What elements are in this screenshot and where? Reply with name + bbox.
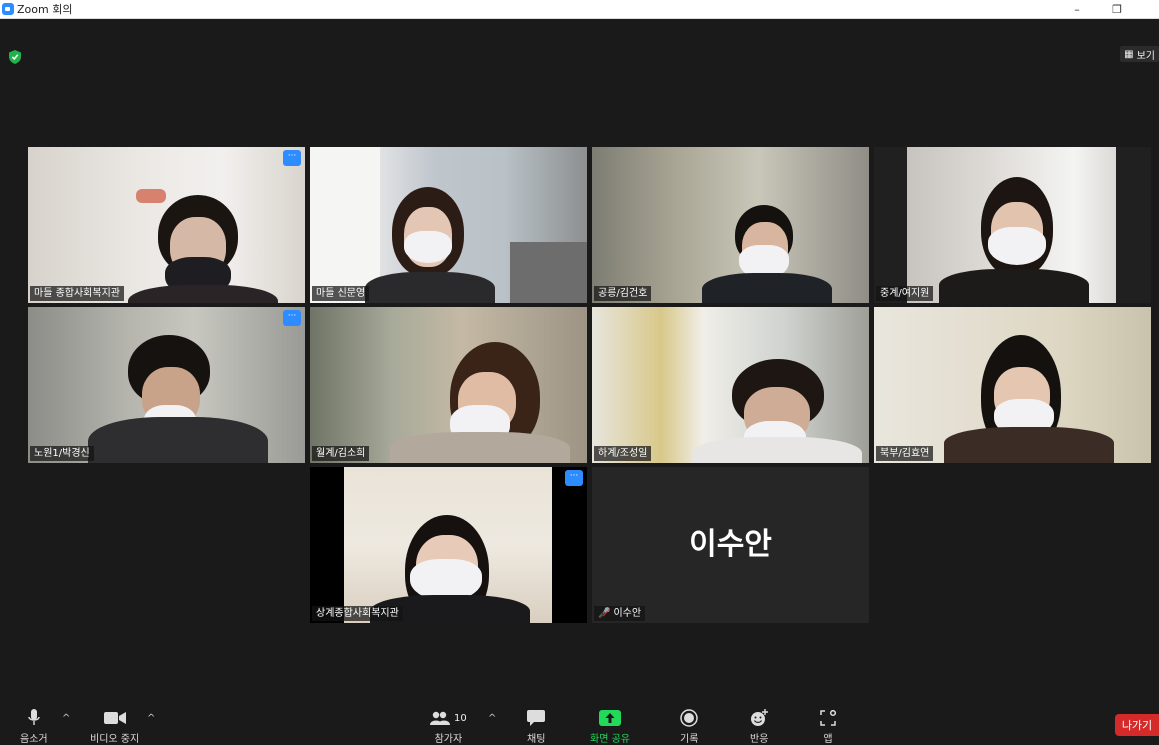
mic-muted-icon: 🎤̸ xyxy=(598,608,611,619)
participant-name: 마들 종합사회복지관 xyxy=(30,286,124,301)
video-tile[interactable]: 북부/김효연 xyxy=(874,307,1151,463)
video-camera-icon xyxy=(103,709,126,727)
tile-more-button[interactable]: ··· xyxy=(283,310,301,326)
participant-name: 마들 신문영 xyxy=(312,286,370,301)
person-body xyxy=(702,273,832,303)
apps-button[interactable]: 앱 xyxy=(820,709,836,745)
person-body xyxy=(88,417,268,463)
wall-poster xyxy=(136,189,166,203)
participant-name: 하계/조성일 xyxy=(594,446,652,461)
meeting-toolbar: 음소거 ^ 비디오 중지 ^ 10 참가자 ^ 채팅 화면 공유 기록 반응 앱 xyxy=(0,703,1159,745)
shield-icon[interactable] xyxy=(9,50,21,64)
video-tile[interactable]: 월계/김소희 xyxy=(310,307,587,463)
apps-label: 앱 xyxy=(823,734,833,745)
participant-name: 노원1/박경신 xyxy=(30,446,94,461)
minimize-button[interactable]: – xyxy=(1057,0,1097,19)
reactions-label: 반응 xyxy=(750,734,769,745)
video-tile[interactable]: 공릉/김건호 xyxy=(592,147,869,303)
person-body xyxy=(390,432,570,463)
stop-video-button[interactable]: 비디오 중지 xyxy=(90,709,139,745)
participant-name: 공릉/김건호 xyxy=(594,286,652,301)
view-button[interactable]: ▦ 보기 xyxy=(1120,46,1159,62)
smile-plus-icon xyxy=(750,709,769,727)
chat-label: 채팅 xyxy=(527,734,546,745)
apps-icon xyxy=(820,709,836,727)
record-label: 기록 xyxy=(680,734,699,745)
participant-name-text: 이수안 xyxy=(613,608,642,619)
share-screen-button[interactable]: 화면 공유 xyxy=(590,709,630,745)
record-button[interactable]: 기록 xyxy=(680,709,698,745)
person-body xyxy=(365,272,495,303)
view-label: 보기 xyxy=(1136,50,1155,62)
participants-label: 참가자 xyxy=(434,734,463,745)
person-mask xyxy=(988,227,1046,265)
participants-button[interactable]: 10 참가자 xyxy=(430,709,467,745)
video-tile[interactable]: 하계/조성일 xyxy=(592,307,869,463)
chevron-up-icon[interactable]: ^ xyxy=(62,713,70,724)
chat-icon xyxy=(527,709,546,727)
video-tile[interactable]: 마들 신문영 xyxy=(310,147,587,303)
participants-count: 10 xyxy=(454,712,467,724)
participant-name: 중계/여지원 xyxy=(876,286,934,301)
leave-button[interactable]: 나가기 xyxy=(1115,714,1159,736)
reactions-button[interactable]: 반응 xyxy=(750,709,768,745)
avatar-text: 이수안 xyxy=(689,527,772,562)
mute-label: 음소거 xyxy=(20,734,48,745)
participants-icon: 10 xyxy=(430,709,467,727)
wall-panel xyxy=(310,147,380,303)
tile-more-button[interactable]: ··· xyxy=(283,150,301,166)
chevron-up-icon[interactable]: ^ xyxy=(488,713,496,724)
tile-more-button[interactable]: ··· xyxy=(565,470,583,486)
window-title: Zoom 회의 xyxy=(17,3,73,16)
chevron-up-icon[interactable]: ^ xyxy=(147,713,155,724)
mute-button[interactable]: 음소거 xyxy=(20,709,48,745)
partition xyxy=(510,242,587,303)
video-tile[interactable]: ··· 마들 종합사회복지관 xyxy=(28,147,305,303)
video-tile[interactable]: ··· 상계종합사회복지관 xyxy=(310,467,587,623)
video-tile[interactable]: 중계/여지원 xyxy=(874,147,1151,303)
grid-icon: ▦ xyxy=(1124,48,1134,60)
chat-button[interactable]: 채팅 xyxy=(527,709,545,745)
participant-name: 월계/김소희 xyxy=(312,446,370,461)
record-icon xyxy=(680,709,698,727)
participant-name: 🎤̸ 이수안 xyxy=(594,606,646,621)
participant-name: 상계종합사회복지관 xyxy=(312,606,403,621)
zoom-app-icon xyxy=(2,3,14,15)
participant-name: 북부/김효연 xyxy=(876,446,934,461)
person-mask xyxy=(404,231,452,263)
video-tile[interactable]: 이수안 🎤̸ 이수안 xyxy=(592,467,869,623)
video-label: 비디오 중지 xyxy=(90,734,140,745)
share-screen-icon xyxy=(598,709,621,727)
video-tile[interactable]: ··· 노원1/박경신 xyxy=(28,307,305,463)
person-body xyxy=(692,437,862,463)
microphone-icon xyxy=(28,709,40,727)
person-body xyxy=(128,285,278,303)
person-body xyxy=(944,427,1114,463)
share-label: 화면 공유 xyxy=(590,734,630,745)
title-bar: Zoom 회의 – ❐ xyxy=(0,0,1159,19)
restore-button[interactable]: ❐ xyxy=(1097,0,1137,19)
person-body xyxy=(939,269,1089,303)
